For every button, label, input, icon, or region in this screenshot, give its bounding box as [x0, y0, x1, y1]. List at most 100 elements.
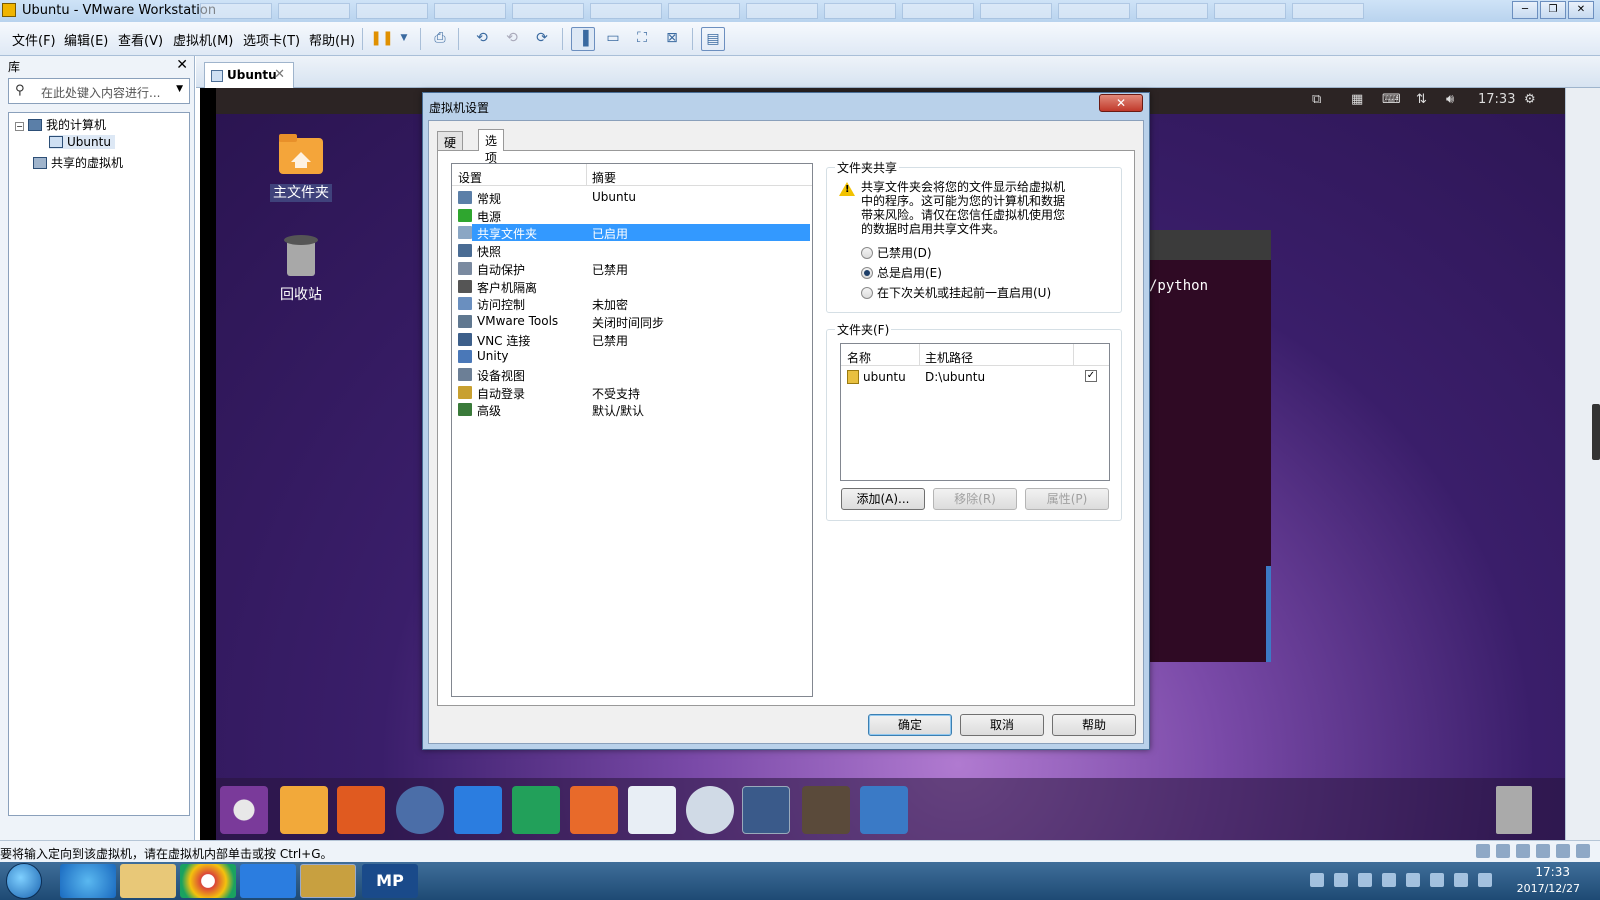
snapshot-take-icon[interactable]: ⟲: [470, 27, 494, 51]
tab-options[interactable]: 选项: [478, 129, 505, 165]
settings-row[interactable]: 共享文件夹 已启用: [456, 224, 810, 242]
pause-icon[interactable]: ❚❚: [370, 27, 394, 51]
cancel-button[interactable]: 取消: [960, 714, 1044, 736]
tray-network-icon[interactable]: [1478, 873, 1492, 887]
settings-row[interactable]: 高级 默认/默认: [456, 401, 810, 418]
dock-browser-icon[interactable]: [396, 786, 444, 834]
taskbar-clock-time[interactable]: 17:33: [1535, 865, 1570, 879]
search-dropdown-icon[interactable]: ▼: [176, 84, 183, 94]
dock-wps-writer-icon[interactable]: [454, 786, 502, 834]
settings-row[interactable]: 自动登录 不受支持: [456, 384, 810, 401]
send-ctrl-alt-del-icon[interactable]: ⎙: [428, 27, 452, 51]
settings-row[interactable]: 客户机隔离: [456, 278, 810, 295]
pause-dropdown-icon[interactable]: ▼: [392, 27, 416, 51]
menu-help[interactable]: 帮助(H): [309, 30, 355, 49]
tray-lang-icon[interactable]: [1382, 873, 1396, 887]
taskbar-clock-date[interactable]: 2017/12/27: [1517, 882, 1580, 895]
snapshot-manager-icon[interactable]: ⟳: [530, 27, 554, 51]
taskbar-mp-icon[interactable]: MP: [362, 864, 418, 898]
radio-until-poweroff-control[interactable]: [861, 287, 873, 299]
dock-wps-presentation-icon[interactable]: [570, 786, 618, 834]
settings-row[interactable]: 自动保护 已禁用: [456, 260, 810, 277]
collapse-icon[interactable]: −: [15, 122, 24, 131]
folder-enabled-checkbox[interactable]: ✓: [1085, 370, 1097, 382]
dock-sublime-icon[interactable]: [802, 786, 850, 834]
hdd-status-icon[interactable]: [1476, 844, 1490, 858]
dock-trash-icon[interactable]: [1496, 786, 1532, 834]
start-button[interactable]: [6, 863, 42, 899]
taskbar-ie-icon[interactable]: [60, 864, 116, 898]
menu-file[interactable]: 文件(F): [12, 30, 56, 49]
settings-list[interactable]: 设置 摘要 常规 Ubuntu 电源 共享文件夹 已启用 快照 自动保护 已禁用 客户机隔离 访问…: [451, 163, 813, 697]
radio-disabled[interactable]: 已禁用(D): [861, 244, 932, 261]
tree-item-my-computer[interactable]: − 我的计算机: [15, 116, 106, 133]
restore-button[interactable]: ❐: [1540, 1, 1566, 19]
dock-ubuntu-icon[interactable]: [220, 786, 268, 834]
add-folder-button[interactable]: 添加(A)...: [841, 488, 925, 510]
network-icon[interactable]: ⇅: [1416, 92, 1427, 107]
keyboard-indicator-icon[interactable]: ⧉: [1312, 92, 1321, 107]
scrollbar-thumb[interactable]: [1592, 404, 1600, 460]
ok-button[interactable]: 确定: [868, 714, 952, 736]
tray-keyboard-icon[interactable]: [1310, 873, 1324, 887]
dock-firefox-icon[interactable]: [337, 786, 385, 834]
radio-disabled-control[interactable]: [861, 247, 873, 259]
dock-vscode-icon[interactable]: [742, 786, 790, 834]
tray-volume-icon[interactable]: [1454, 873, 1468, 887]
desktop-home-folder[interactable]: 主文件夹: [266, 132, 336, 202]
menu-vm[interactable]: 虚拟机(M): [173, 30, 233, 49]
settings-row[interactable]: 快照: [456, 242, 810, 259]
tab-ubuntu[interactable]: Ubuntu ✕: [204, 62, 294, 88]
settings-row[interactable]: 常规 Ubuntu: [456, 189, 810, 206]
console-view-icon[interactable]: ▤: [701, 27, 725, 51]
taskbar-explorer-icon[interactable]: [120, 864, 176, 898]
col-summary[interactable]: 摘要: [592, 169, 616, 186]
radio-until-poweroff[interactable]: 在下次关机或挂起前一直启用(U): [861, 284, 1051, 301]
desktop-trash[interactable]: 回收站: [266, 232, 336, 304]
tray-weather-icon[interactable]: [1334, 873, 1348, 887]
tree-item-shared-vms[interactable]: 共享的虚拟机: [33, 154, 123, 171]
settings-row[interactable]: 设备视图: [456, 366, 810, 383]
radio-always-enabled-control[interactable]: [861, 267, 873, 279]
dialog-close-button[interactable]: ✕: [1099, 94, 1143, 112]
col-setting[interactable]: 设置: [458, 169, 482, 186]
menu-view[interactable]: 查看(V): [118, 30, 163, 49]
settings-row[interactable]: VNC 连接 已禁用: [456, 331, 810, 348]
settings-row[interactable]: VMware Tools 关闭时间同步: [456, 313, 810, 330]
minimize-button[interactable]: ─: [1512, 1, 1538, 19]
dock-software-icon[interactable]: [628, 786, 676, 834]
dock-wps-sheets-icon[interactable]: [512, 786, 560, 834]
folder-row[interactable]: ubuntu D:\ubuntu ✓: [841, 368, 1109, 386]
tab-hardware[interactable]: 硬件: [437, 131, 464, 167]
system-gear-icon[interactable]: ⚙: [1524, 92, 1536, 107]
dock-store-icon[interactable]: [686, 786, 734, 834]
unity-mode-icon[interactable]: ⊠: [660, 27, 684, 51]
thumbnail-view-icon[interactable]: ▭: [601, 27, 625, 51]
volume-icon[interactable]: 🔊︎: [1446, 92, 1454, 107]
close-window-button[interactable]: ✕: [1568, 1, 1594, 19]
dock-files-icon[interactable]: [280, 786, 328, 834]
folder-properties-button[interactable]: 属性(P): [1025, 488, 1109, 510]
tray-shield-icon[interactable]: [1358, 873, 1372, 887]
display-status-icon[interactable]: [1576, 844, 1590, 858]
usb-status-icon[interactable]: [1536, 844, 1550, 858]
library-view-icon[interactable]: ▐: [571, 27, 595, 51]
library-search-input[interactable]: ⚲ 在此处键入内容进行... ▼: [8, 78, 190, 104]
snapshot-revert-icon[interactable]: ⟲: [500, 27, 524, 51]
taskbar-vmware-icon[interactable]: [300, 864, 356, 898]
settings-row[interactable]: 电源: [456, 207, 810, 224]
guest-clock[interactable]: 17:33: [1478, 92, 1515, 107]
col-host-path[interactable]: 主机路径: [925, 349, 973, 366]
dock-app-grid-icon[interactable]: [860, 786, 908, 834]
fullscreen-icon[interactable]: ⛶: [630, 27, 654, 51]
tab-close-icon[interactable]: ✕: [274, 67, 285, 82]
cd-status-icon[interactable]: [1496, 844, 1510, 858]
remove-folder-button[interactable]: 移除(R): [933, 488, 1017, 510]
folders-list[interactable]: 名称 主机路径 ubuntu D:\ubuntu ✓: [840, 343, 1110, 481]
vertical-scrollbar[interactable]: [1565, 88, 1600, 840]
network-status-icon[interactable]: [1516, 844, 1530, 858]
tree-item-ubuntu-vm[interactable]: Ubuntu: [49, 135, 115, 149]
taskbar-wps-icon[interactable]: [240, 864, 296, 898]
library-close-icon[interactable]: ✕: [176, 57, 188, 73]
calendar-indicator-icon[interactable]: ▦: [1351, 92, 1363, 107]
